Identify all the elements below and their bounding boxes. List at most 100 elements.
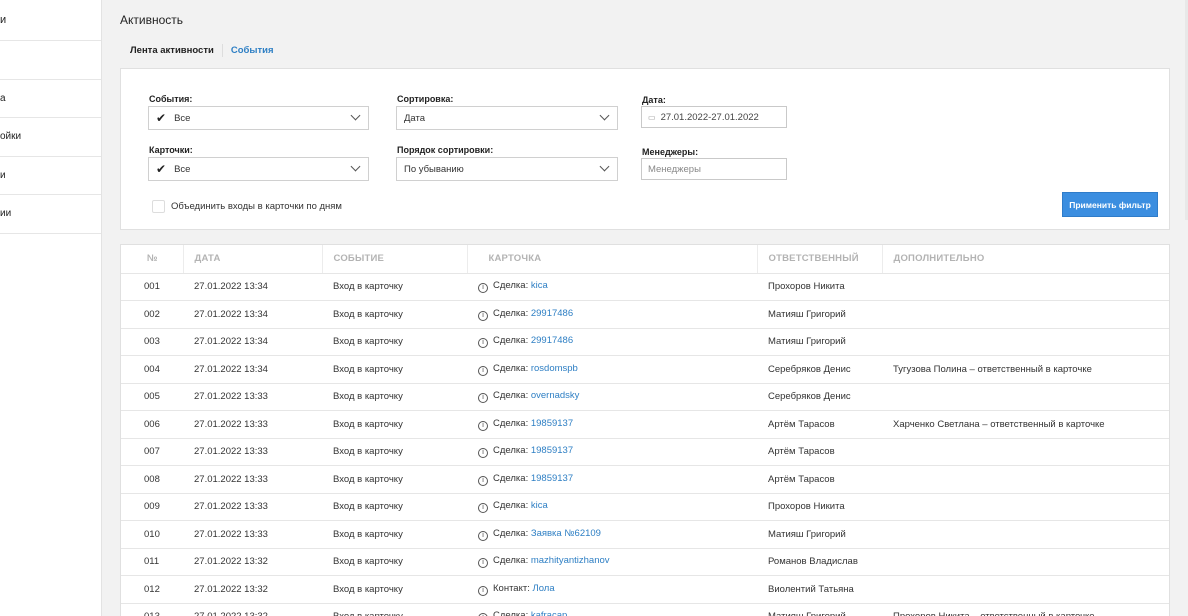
card-type: Сделка:	[493, 610, 529, 616]
sidebar-item-5[interactable]: и	[0, 157, 101, 195]
info-icon[interactable]: i	[478, 338, 488, 349]
card-link[interactable]: rosdomspb	[531, 363, 578, 374]
card-type: Сделка:	[493, 445, 529, 457]
date-range-input[interactable]: ▭ 27.01.2022-27.01.2022	[641, 106, 787, 128]
info-icon[interactable]: i	[478, 475, 488, 486]
row-card: i Сделка: 29917486	[467, 300, 757, 329]
card-link[interactable]: kica	[531, 500, 548, 511]
events-select[interactable]: ✔ Все	[148, 106, 369, 130]
row-event: Вход в карточку	[322, 355, 467, 384]
table-row: 005 27.01.2022 13:33 Вход в карточку i Сделк…	[121, 383, 1169, 411]
events-select-value: Все	[174, 112, 191, 124]
column-header-extra: ДОПОЛНИТЕЛЬНО	[882, 245, 1169, 274]
card-type: Сделка:	[493, 500, 529, 512]
info-icon[interactable]: i	[478, 448, 488, 459]
row-number: 010	[121, 520, 183, 549]
chevron-down-icon	[599, 161, 610, 172]
column-header-number: №	[121, 245, 184, 274]
sidebar-item-2[interactable]	[0, 41, 101, 80]
sort-filter-label: Сортировка:	[397, 94, 454, 104]
sidebar-item-6[interactable]: ии	[0, 195, 101, 234]
row-responsible: Серебряков Денис	[757, 383, 882, 411]
row-date: 27.01.2022 13:32	[183, 548, 322, 576]
managers-field[interactable]	[641, 158, 787, 180]
card-link[interactable]: 29917486	[531, 308, 573, 319]
row-number: 008	[121, 465, 183, 494]
tab-events[interactable]: События	[231, 45, 274, 56]
managers-input[interactable]	[648, 163, 786, 175]
order-select-value: По убыванию	[404, 163, 464, 175]
info-icon[interactable]: i	[478, 420, 488, 431]
row-date: 27.01.2022 13:33	[183, 493, 322, 521]
row-responsible: Серебряков Денис	[757, 355, 882, 384]
card-link[interactable]: 19859137	[531, 445, 573, 456]
activity-table: № ДАТА СОБЫТИЕ КАРТОЧКА ОТВЕТСТВЕННЫЙ ДО…	[120, 244, 1170, 616]
row-card: i Контакт: Лола	[467, 575, 757, 604]
row-extra	[882, 438, 1169, 466]
order-select[interactable]: По убыванию	[396, 157, 618, 181]
row-extra	[882, 328, 1169, 356]
card-link[interactable]: 29917486	[531, 335, 573, 346]
row-event: Вход в карточку	[322, 520, 467, 549]
row-card: i Сделка: Заявка №62109	[467, 520, 757, 549]
table-row: 011 27.01.2022 13:32 Вход в карточку i Сделк…	[121, 548, 1169, 576]
card-link[interactable]: overnadsky	[531, 390, 580, 401]
row-date: 27.01.2022 13:32	[183, 575, 322, 604]
chevron-down-icon	[350, 161, 361, 172]
card-link[interactable]: 19859137	[531, 473, 573, 484]
row-extra	[882, 465, 1169, 494]
table-row: 001 27.01.2022 13:34 Вход в карточку i Сделк…	[121, 273, 1169, 301]
events-filter-label: События:	[149, 94, 193, 104]
row-number: 002	[121, 300, 183, 329]
row-responsible: Артём Тарасов	[757, 438, 882, 466]
row-date: 27.01.2022 13:34	[183, 355, 322, 384]
merge-entries-checkbox[interactable]	[152, 200, 165, 213]
row-date: 27.01.2022 13:33	[183, 383, 322, 411]
column-header-responsible[interactable]: ОТВЕТСТВЕННЫЙ	[757, 245, 883, 274]
table-row: 01327.01.2022 13:32Вход в карточкуiСделк…	[121, 603, 1169, 616]
row-date: 27.01.2022 13:32	[183, 603, 322, 616]
apply-filter-button[interactable]: Применить фильтр	[1062, 192, 1158, 217]
card-link[interactable]: mazhityantizhanov	[531, 555, 610, 566]
cards-filter-label: Карточки:	[149, 145, 193, 155]
row-responsible: Прохоров Никита	[757, 493, 882, 521]
row-event: Вход в карточку	[322, 548, 467, 576]
card-link[interactable]: 19859137	[531, 418, 573, 429]
info-icon[interactable]: i	[478, 365, 488, 376]
sidebar-item-1[interactable]: и	[0, 0, 101, 41]
card-link[interactable]: kafracap	[531, 610, 567, 616]
merge-entries-option[interactable]: Объединить входы в карточки по дням	[152, 200, 342, 213]
card-type: Сделка:	[493, 417, 529, 429]
row-date: 27.01.2022 13:33	[183, 465, 322, 494]
row-card: i Сделка: 19859137	[467, 410, 757, 439]
sidebar-item-label: и	[0, 14, 7, 26]
card-type: Сделка:	[493, 280, 529, 292]
info-icon[interactable]: i	[478, 310, 488, 321]
info-icon[interactable]: i	[478, 558, 488, 569]
row-responsible: Прохоров Никита	[757, 273, 882, 301]
card-link[interactable]: Лола	[533, 583, 555, 594]
info-icon[interactable]: i	[478, 283, 488, 294]
card-link[interactable]: Заявка №62109	[531, 528, 601, 539]
info-icon[interactable]: i	[478, 393, 488, 404]
info-icon[interactable]: i	[478, 503, 488, 514]
column-header-card[interactable]: КАРТОЧКА	[467, 245, 758, 274]
column-header-date[interactable]: ДАТА	[183, 245, 323, 274]
column-header-event[interactable]: СОБЫТИЕ	[322, 245, 468, 274]
card-link[interactable]: kica	[531, 280, 548, 291]
row-extra: Харченко Светлана – ответственный в карт…	[882, 410, 1169, 439]
cards-select-value: Все	[174, 163, 191, 175]
cards-select[interactable]: ✔ Все	[148, 157, 369, 181]
sort-select[interactable]: Дата	[396, 106, 618, 130]
info-icon[interactable]: i	[478, 530, 488, 541]
row-event: Вход в карточку	[322, 273, 467, 301]
info-icon[interactable]: i	[478, 585, 488, 596]
row-card: iСделка: kafracap	[467, 603, 757, 616]
sidebar-item-3[interactable]: а	[0, 80, 101, 118]
merge-entries-label: Объединить входы в карточки по дням	[171, 201, 342, 212]
table-row: 003 27.01.2022 13:34 Вход в карточку i Сделк…	[121, 328, 1169, 356]
sidebar-item-4[interactable]: ойки	[0, 118, 101, 157]
tab-activity-feed[interactable]: Лента активности	[130, 45, 214, 56]
sort-select-value: Дата	[404, 112, 426, 124]
row-number: 007	[121, 438, 183, 466]
